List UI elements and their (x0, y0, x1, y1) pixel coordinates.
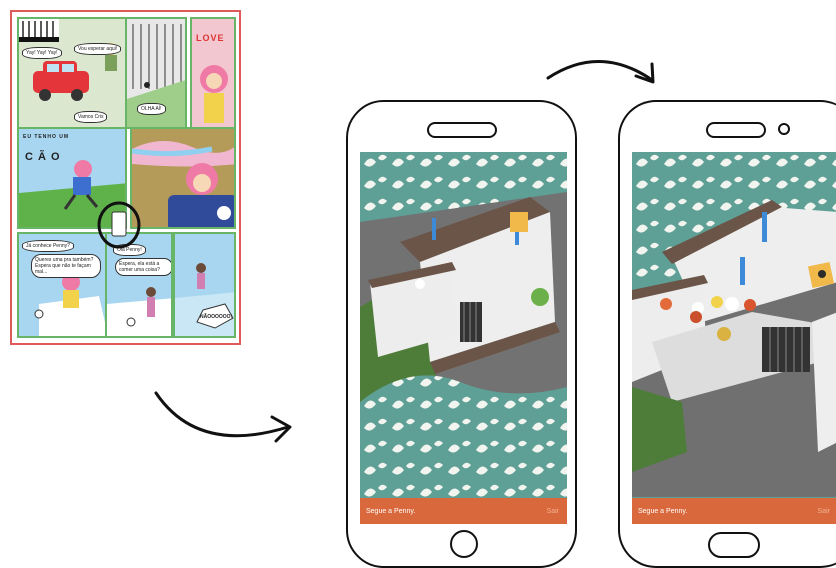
bubble-conhece: Já conhece Penny? (22, 240, 74, 252)
home-button[interactable] (450, 530, 478, 558)
status-bar-right: Segue a Penny. Sair (632, 498, 836, 524)
comic-panel-nao: NÃOOOOOO! (173, 232, 236, 338)
bubble-yay: Yay! Yay! Yay! (22, 47, 62, 59)
instruction-text: Segue a Penny. (366, 508, 416, 515)
phone-right: Segue a Penny. Sair (618, 100, 836, 568)
bubble-olha: OLHA AÍ! (137, 103, 166, 115)
home-button[interactable] (708, 532, 760, 558)
exit-button[interactable]: Sair (818, 508, 830, 515)
bubble-quer: Queres uma pra também? Espera que não te… (31, 254, 101, 278)
front-camera (778, 123, 790, 135)
exit-button[interactable]: Sair (547, 508, 559, 515)
bubble-vamos: Vamos Cris (74, 111, 108, 123)
bed-scene (132, 140, 234, 227)
love-title: LOVE (196, 33, 225, 43)
ar-house-scene-left (360, 152, 567, 524)
speaker-slot (706, 122, 766, 138)
cao-text: C Ã O (25, 151, 61, 163)
ar-house-scene-right (632, 152, 836, 524)
comic-panel-gate: OLHA AÍ! (125, 17, 187, 129)
comic-panel-car: Yay! Yay! Yay! Vou esperar aqui! Vamos C… (17, 17, 127, 129)
bubble-nao: NÃOOOOOO! (200, 314, 233, 320)
car-scene (19, 19, 117, 101)
bubble-espera: Vou esperar aqui! (74, 43, 122, 55)
ar-screen-left: Segue a Penny. Sair (360, 152, 567, 524)
eu-tenho-text: EU TENHO UM (23, 134, 69, 140)
paw-icon (818, 270, 826, 278)
speaker-slot (427, 122, 497, 138)
comic-panel-bed (130, 127, 236, 229)
comic-panel-love: LOVE (190, 17, 236, 129)
arrow-right-curved-icon (546, 60, 655, 84)
comic-page: Yay! Yay! Yay! Vou esperar aqui! Vamos C… (10, 10, 241, 345)
instruction-text: Segue a Penny. (638, 508, 688, 515)
arrow-down-right-icon (154, 391, 292, 443)
throw-scene (175, 263, 234, 336)
status-bar-left: Segue a Penny. Sair (360, 498, 567, 524)
bubble-comer: Espera, ela está a comer uma coisa? (115, 258, 171, 276)
phone-left: Segue a Penny. Sair (346, 100, 577, 568)
comic-panel-penny: Já conhece Penny? Queres uma pra também?… (17, 232, 107, 338)
highlight-circle (97, 201, 141, 249)
ar-screen-right: Segue a Penny. Sair (632, 152, 836, 524)
